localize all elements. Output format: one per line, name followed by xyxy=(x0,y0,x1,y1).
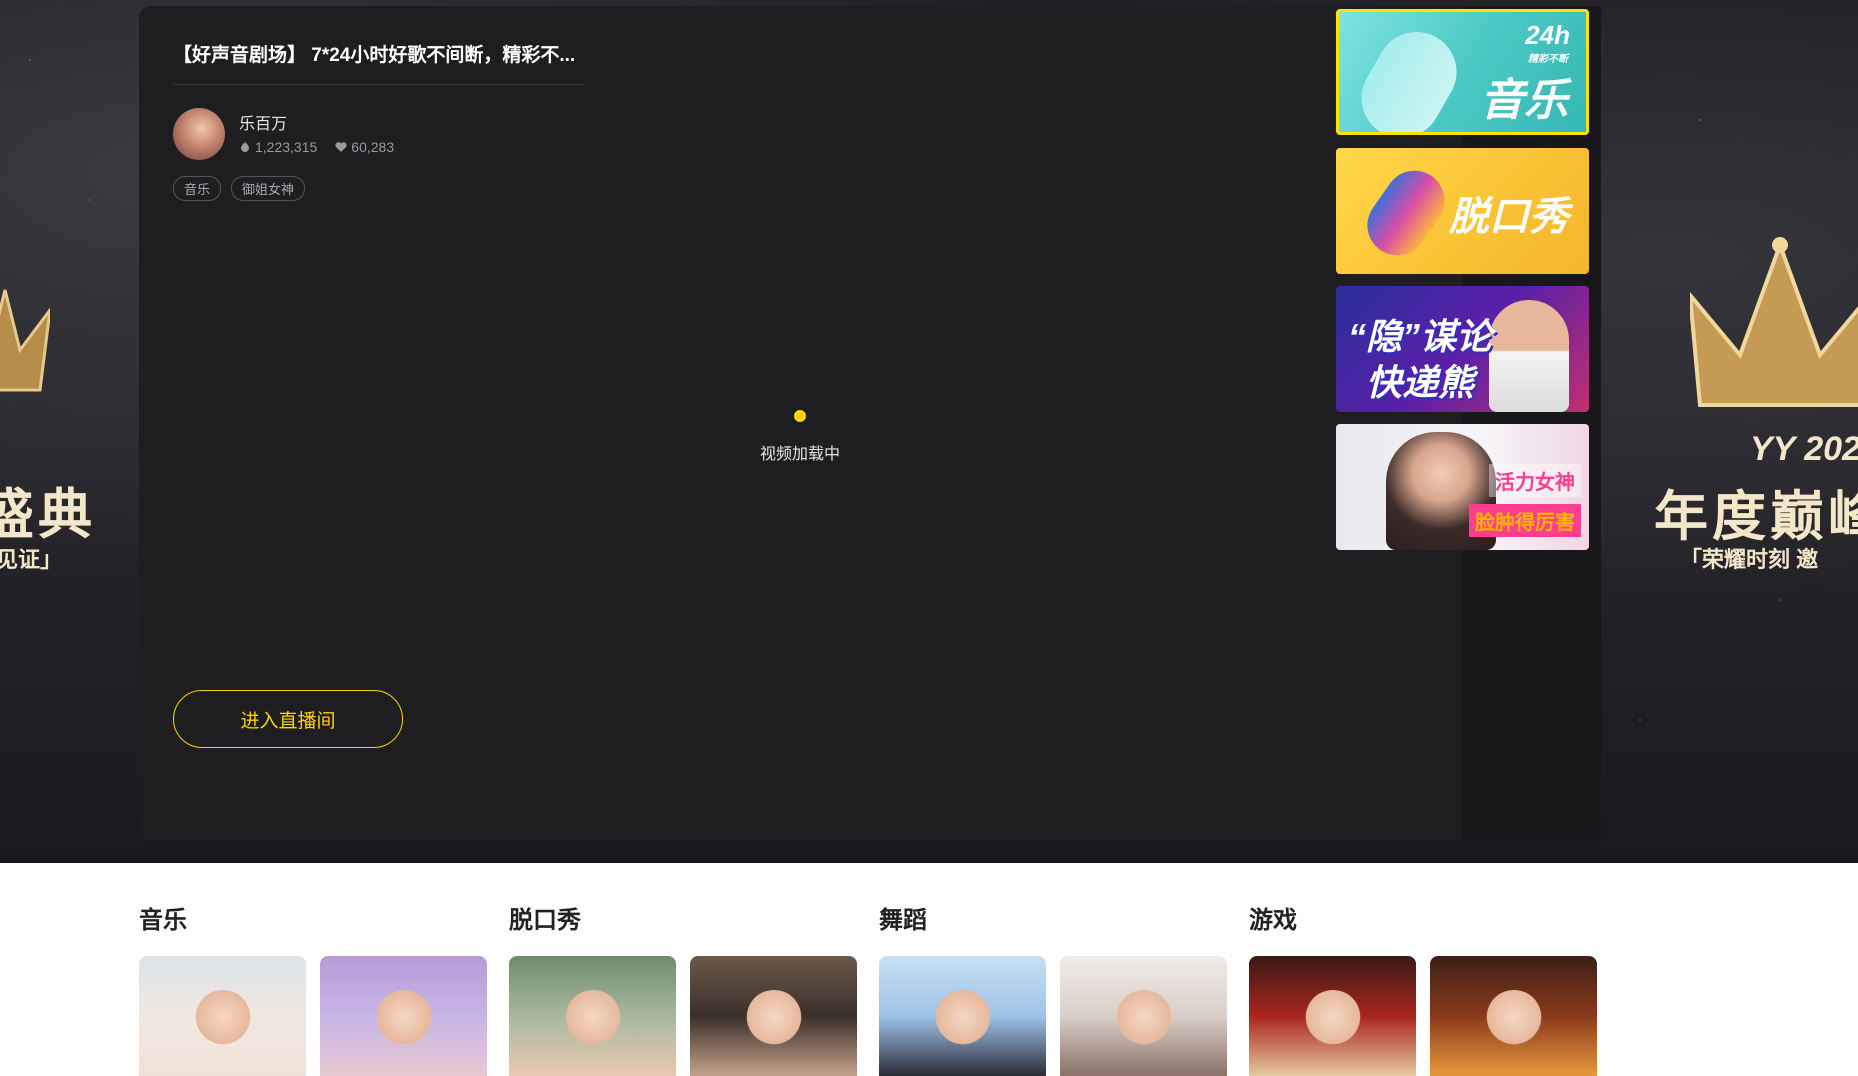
stream-stats: 1,223,315 60,283 xyxy=(239,139,394,155)
hero-banner: 盛典 见证」 YY 202 年度巅峰 「荣耀时刻 邀 【好声音剧场】 7*24小… xyxy=(0,0,1858,863)
promo-left-title: 盛典 xyxy=(0,485,96,545)
tag-pill[interactable]: 御姐女神 xyxy=(231,176,306,201)
thumb-label: 音乐 xyxy=(1480,76,1568,125)
thumb-label: 脸肿得厉害 xyxy=(1469,504,1581,537)
promo-left-subtitle: 见证」 xyxy=(0,547,63,572)
category-talkshow: 脱口秀 xyxy=(509,900,581,935)
thumb-label: 脱口秀 xyxy=(1449,195,1569,239)
channel-thumbnail-goddess[interactable]: 活力女神 脸肿得厉害 xyxy=(1336,424,1589,550)
host-photo xyxy=(192,990,253,1050)
stream-card[interactable] xyxy=(1249,956,1416,1076)
channel-thumbnail-show[interactable]: “隐”谋论 快递熊 xyxy=(1336,286,1589,412)
promo-right-tag: YY 202 xyxy=(1750,430,1858,468)
thumb-label: 活力女神 xyxy=(1489,464,1581,497)
host-photo xyxy=(1113,990,1174,1050)
category-title[interactable]: 舞蹈 xyxy=(879,900,927,935)
thumb-label: “隐”谋论 xyxy=(1348,316,1493,357)
stream-card[interactable] xyxy=(690,956,857,1076)
promo-right-subtitle: 「荣耀时刻 邀 xyxy=(1680,547,1819,572)
stream-card[interactable] xyxy=(320,956,487,1076)
category-game: 游戏 xyxy=(1249,900,1297,935)
category-title[interactable]: 音乐 xyxy=(139,900,187,935)
host-photo xyxy=(562,990,623,1050)
thumb-badge: 24h xyxy=(1525,20,1570,50)
heart-icon xyxy=(335,142,347,152)
category-title[interactable]: 游戏 xyxy=(1249,900,1297,935)
stream-title: 【好声音剧场】 7*24小时好歌不间断，精彩不... xyxy=(173,45,576,66)
channel-thumbnail-music[interactable]: 24h 精彩不断 音乐 xyxy=(1336,9,1589,135)
host-photo xyxy=(932,990,993,1050)
host-photo xyxy=(743,990,804,1050)
host-photo xyxy=(1489,300,1569,412)
category-music: 音乐 xyxy=(139,900,187,935)
category-section: 音乐 脱口秀 舞蹈 游戏 xyxy=(139,900,1601,1076)
promo-right-title: 年度巅峰 xyxy=(1654,487,1858,547)
host-photo xyxy=(1483,990,1544,1050)
like-count: 60,283 xyxy=(351,139,395,155)
category-dance: 舞蹈 xyxy=(879,900,927,935)
video-loading: 视频加载中 xyxy=(139,410,1461,464)
tube-graphic xyxy=(1346,17,1472,132)
hot-stat: 1,223,315 xyxy=(239,139,317,155)
crown-icon xyxy=(0,289,50,392)
host-photo xyxy=(373,990,434,1050)
like-stat: 60,283 xyxy=(335,139,394,155)
channel-thumbnail-talkshow[interactable]: 脱口秀 xyxy=(1336,148,1589,274)
enter-live-room-button[interactable]: 进入直播间 xyxy=(173,690,403,748)
hot-count: 1,223,315 xyxy=(255,139,318,155)
stream-card[interactable] xyxy=(1060,956,1227,1076)
stream-card[interactable] xyxy=(1430,956,1597,1076)
avatar[interactable] xyxy=(173,108,225,160)
tag-pill[interactable]: 音乐 xyxy=(173,176,222,201)
flame-icon xyxy=(241,141,249,152)
host-photo xyxy=(1302,990,1363,1050)
category-title[interactable]: 脱口秀 xyxy=(509,900,581,935)
thumb-label: 快递熊 xyxy=(1366,362,1475,403)
anchor-name[interactable]: 乐百万 xyxy=(239,110,287,134)
microphone-icon xyxy=(1355,158,1457,268)
loading-text: 视频加载中 xyxy=(759,446,840,463)
loading-dot-icon xyxy=(794,410,806,422)
divider xyxy=(173,84,585,85)
stream-card[interactable] xyxy=(139,956,306,1076)
thumb-subtext: 精彩不断 xyxy=(1528,54,1568,65)
crown-icon xyxy=(1690,237,1858,407)
stream-card[interactable] xyxy=(509,956,676,1076)
stream-card[interactable] xyxy=(879,956,1046,1076)
tag-list: 音乐 御姐女神 xyxy=(173,176,306,201)
